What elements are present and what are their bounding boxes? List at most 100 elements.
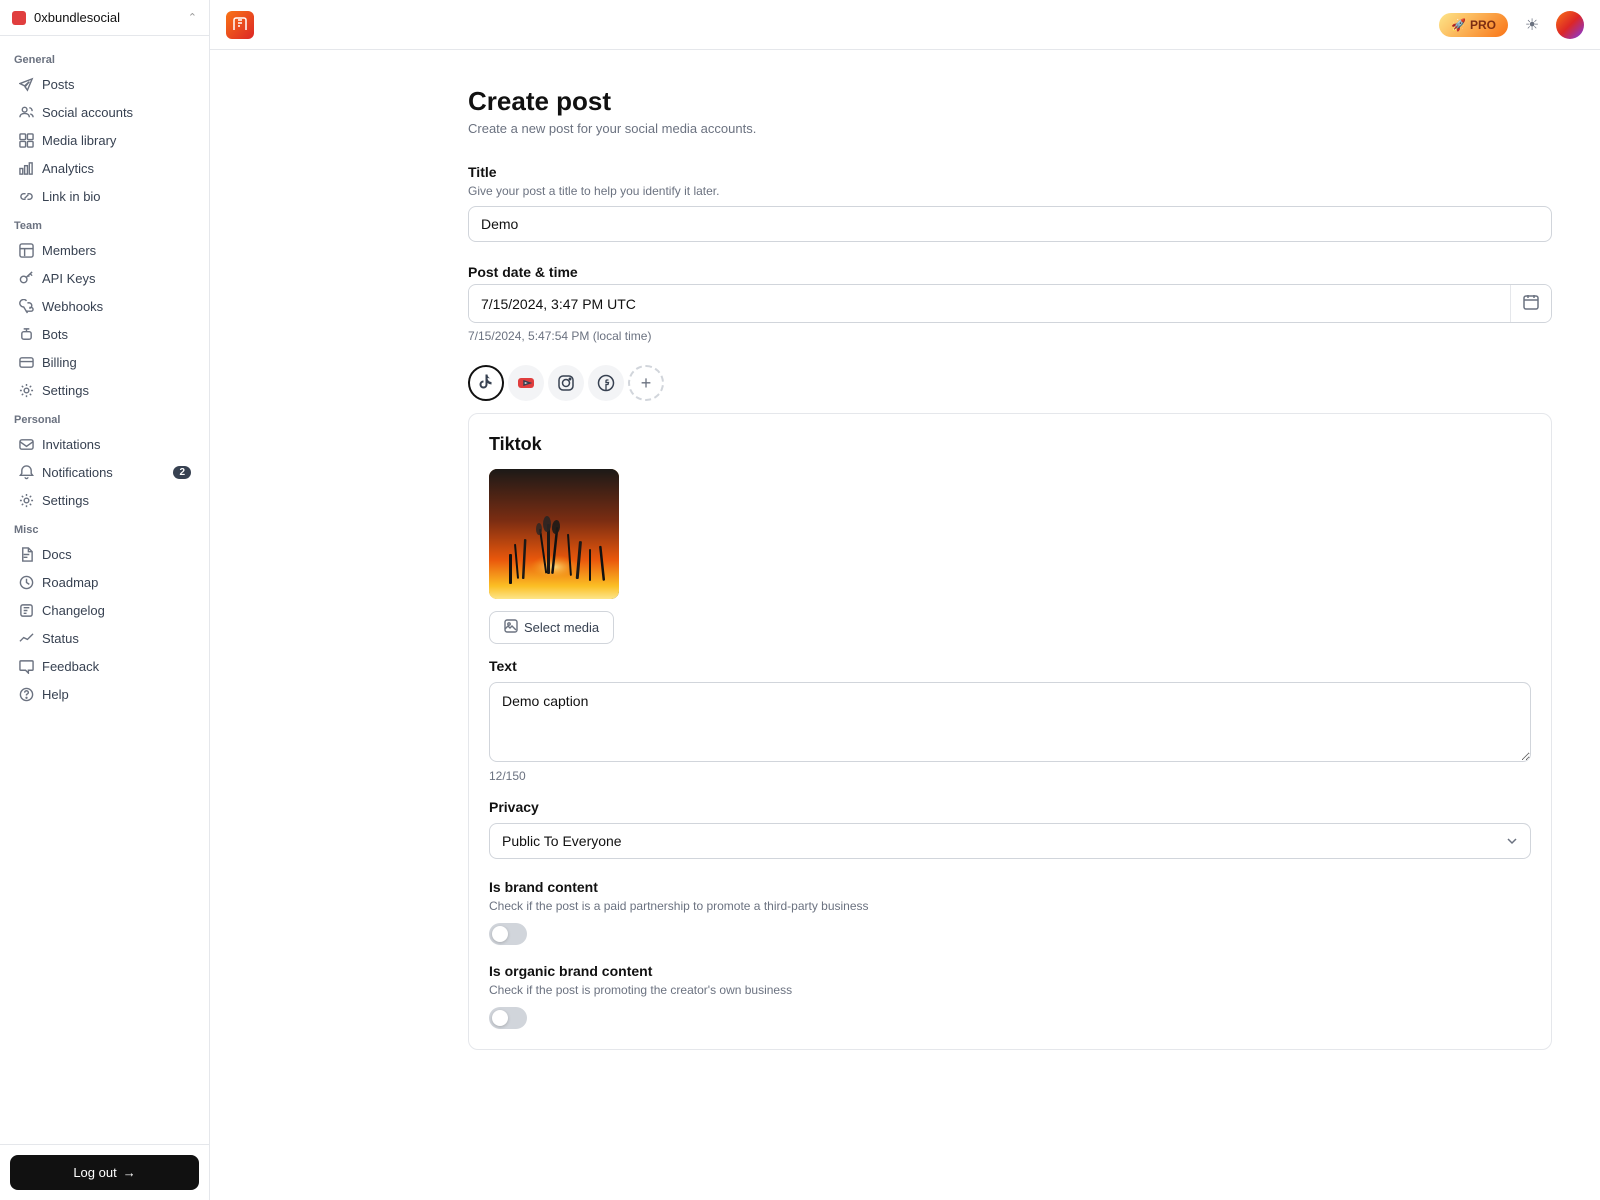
send-icon bbox=[18, 76, 34, 92]
key-icon bbox=[18, 270, 34, 286]
theme-toggle-button[interactable]: ☀ bbox=[1516, 9, 1548, 41]
sidebar-item-status-label: Status bbox=[42, 631, 79, 646]
datetime-row bbox=[468, 284, 1552, 323]
title-label: Title bbox=[468, 164, 1552, 180]
platform-card-title: Tiktok bbox=[489, 434, 1531, 455]
sidebar-item-invitations[interactable]: Invitations bbox=[4, 430, 205, 458]
bell-icon bbox=[18, 464, 34, 480]
sidebar-item-webhooks[interactable]: Webhooks bbox=[4, 292, 205, 320]
page-subtitle: Create a new post for your social media … bbox=[468, 121, 1552, 136]
platform-tab-tiktok[interactable] bbox=[468, 365, 504, 401]
calendar-icon[interactable] bbox=[1510, 285, 1551, 322]
sidebar-item-settings-personal-label: Settings bbox=[42, 493, 89, 508]
sidebar-item-feedback[interactable]: Feedback bbox=[4, 652, 205, 680]
sidebar-footer: Log out → bbox=[0, 1144, 209, 1200]
organic-brand-hint: Check if the post is promoting the creat… bbox=[489, 983, 1531, 997]
text-textarea[interactable]: Demo caption bbox=[489, 682, 1531, 762]
sidebar-item-roadmap[interactable]: Roadmap bbox=[4, 568, 205, 596]
notifications-badge: 2 bbox=[173, 466, 191, 479]
image-icon bbox=[504, 619, 518, 636]
datetime-input[interactable] bbox=[469, 287, 1510, 321]
mail-icon bbox=[18, 436, 34, 452]
platform-tabs: + bbox=[468, 365, 1552, 401]
sidebar-item-webhooks-label: Webhooks bbox=[42, 299, 103, 314]
privacy-select[interactable]: Public To Everyone Friends Only Private bbox=[489, 823, 1531, 859]
brand-content-section: Is brand content Check if the post is a … bbox=[489, 879, 1531, 945]
title-input[interactable] bbox=[468, 206, 1552, 242]
logout-label: Log out bbox=[73, 1165, 116, 1180]
privacy-label: Privacy bbox=[489, 799, 1531, 815]
users-icon bbox=[18, 104, 34, 120]
webhook-icon bbox=[18, 298, 34, 314]
sidebar-item-billing-label: Billing bbox=[42, 355, 77, 370]
pro-badge[interactable]: 🚀 PRO bbox=[1439, 13, 1508, 37]
sidebar-item-docs-label: Docs bbox=[42, 547, 72, 562]
sidebar-item-api-keys-label: API Keys bbox=[42, 271, 95, 286]
help-icon bbox=[18, 686, 34, 702]
sidebar-item-status[interactable]: Status bbox=[4, 624, 205, 652]
datetime-section: Post date & time 7/15/2024, 5:47:54 PM (… bbox=[468, 264, 1552, 343]
workspace-chevron-icon: ⌃ bbox=[188, 11, 197, 24]
logout-icon: → bbox=[123, 1165, 136, 1180]
user-avatar[interactable] bbox=[1556, 11, 1584, 39]
sidebar-item-members[interactable]: Members bbox=[4, 236, 205, 264]
sidebar-item-invitations-label: Invitations bbox=[42, 437, 101, 452]
title-section: Title Give your post a title to help you… bbox=[468, 164, 1552, 242]
platform-tab-facebook[interactable] bbox=[588, 365, 624, 401]
sidebar-item-docs[interactable]: Docs bbox=[4, 540, 205, 568]
organic-brand-toggle[interactable] bbox=[489, 1007, 527, 1029]
sidebar-item-changelog-label: Changelog bbox=[42, 603, 105, 618]
sidebar-item-posts[interactable]: Posts bbox=[4, 70, 205, 98]
brand-content-toggle[interactable] bbox=[489, 923, 527, 945]
sidebar-item-notifications[interactable]: Notifications 2 bbox=[4, 458, 205, 486]
datetime-label: Post date & time bbox=[468, 264, 1552, 280]
settings-personal-icon bbox=[18, 492, 34, 508]
char-count: 12/150 bbox=[489, 769, 1531, 783]
sidebar-item-posts-label: Posts bbox=[42, 77, 75, 92]
sidebar-item-social-accounts-label: Social accounts bbox=[42, 105, 133, 120]
sidebar-item-social-accounts[interactable]: Social accounts bbox=[4, 98, 205, 126]
sidebar-item-media-library-label: Media library bbox=[42, 133, 116, 148]
sidebar-item-settings-team-label: Settings bbox=[42, 383, 89, 398]
platform-tab-add[interactable]: + bbox=[628, 365, 664, 401]
sidebar-item-help[interactable]: Help bbox=[4, 680, 205, 708]
sidebar-nav: General Posts Social accounts Media libr… bbox=[0, 36, 209, 1144]
platform-card: Tiktok bbox=[468, 413, 1552, 1050]
sidebar-item-help-label: Help bbox=[42, 687, 69, 702]
select-media-button[interactable]: Select media bbox=[489, 611, 614, 644]
platform-tab-instagram[interactable] bbox=[548, 365, 584, 401]
doc-icon bbox=[18, 546, 34, 562]
sidebar-item-link-in-bio-label: Link in bio bbox=[42, 189, 101, 204]
sidebar-item-analytics[interactable]: Analytics bbox=[4, 154, 205, 182]
sidebar-item-changelog[interactable]: Changelog bbox=[4, 596, 205, 624]
workspace-icon bbox=[12, 11, 26, 25]
sidebar-item-bots-label: Bots bbox=[42, 327, 68, 342]
organic-brand-section: Is organic brand content Check if the po… bbox=[489, 963, 1531, 1029]
organic-brand-toggle-container bbox=[489, 1007, 1531, 1029]
billing-icon bbox=[18, 354, 34, 370]
settings-icon bbox=[18, 382, 34, 398]
logout-button[interactable]: Log out → bbox=[10, 1155, 199, 1190]
status-icon bbox=[18, 630, 34, 646]
sidebar-item-bots[interactable]: Bots bbox=[4, 320, 205, 348]
media-thumbnail bbox=[489, 469, 619, 599]
personal-section-label: Personal bbox=[0, 404, 209, 430]
workspace-selector[interactable]: 0xbundlesocial ⌃ bbox=[0, 0, 209, 36]
sidebar-item-link-in-bio[interactable]: Link in bio bbox=[4, 182, 205, 210]
organic-brand-label: Is organic brand content bbox=[489, 963, 1531, 979]
bot-icon bbox=[18, 326, 34, 342]
header: 🚀 PRO ☀ bbox=[210, 0, 1600, 50]
sidebar-item-analytics-label: Analytics bbox=[42, 161, 94, 176]
text-section-label: Text bbox=[489, 658, 1531, 674]
grid-icon bbox=[18, 132, 34, 148]
sidebar-item-feedback-label: Feedback bbox=[42, 659, 99, 674]
sidebar-item-api-keys[interactable]: API Keys bbox=[4, 264, 205, 292]
select-media-label: Select media bbox=[524, 620, 599, 635]
sidebar-item-billing[interactable]: Billing bbox=[4, 348, 205, 376]
sidebar-item-members-label: Members bbox=[42, 243, 96, 258]
sidebar-item-settings-personal[interactable]: Settings bbox=[4, 486, 205, 514]
platform-tab-youtube[interactable] bbox=[508, 365, 544, 401]
sidebar-item-settings[interactable]: Settings bbox=[4, 376, 205, 404]
sidebar-item-media-library[interactable]: Media library bbox=[4, 126, 205, 154]
sidebar-item-roadmap-label: Roadmap bbox=[42, 575, 98, 590]
